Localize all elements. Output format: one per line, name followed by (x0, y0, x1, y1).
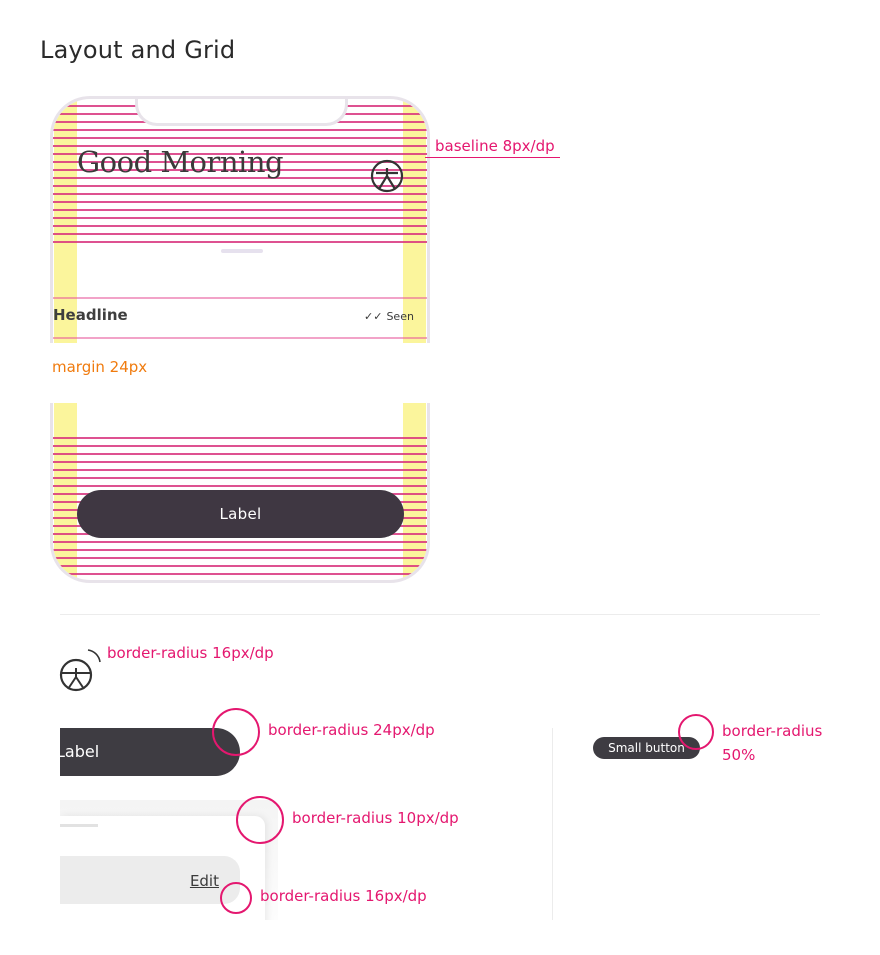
section-divider (60, 614, 820, 615)
field-radius-annotation: border-radius 16px/dp (260, 887, 427, 905)
baseline-grid-line (53, 193, 427, 195)
radius-indicator-small-button (678, 714, 714, 750)
primary-label-button[interactable]: Label (77, 490, 404, 538)
baseline-grid-line (53, 209, 427, 211)
baseline-grid-line (53, 573, 427, 575)
headline-text: Headline (53, 306, 128, 324)
column-divider (552, 728, 553, 920)
radius-indicator-field (220, 882, 252, 914)
radius-indicator-button (212, 708, 260, 756)
baseline-grid-line (53, 445, 427, 447)
baseline-grid-line (53, 137, 427, 139)
margin-guide-right (403, 403, 426, 580)
phone-mock-bottom: Label (50, 403, 430, 583)
baseline-grid-line (53, 453, 427, 455)
icon-radius-annotation: border-radius 16px/dp (107, 644, 274, 662)
baseline-annotation: baseline 8px/dp (435, 137, 555, 155)
baseline-grid-line (53, 557, 427, 559)
margin-guide-right (403, 99, 426, 343)
steering-wheel-icon (59, 649, 101, 692)
baseline-grid-line (53, 297, 427, 299)
page-title: Layout and Grid (40, 36, 236, 64)
seen-label: Seen (386, 310, 414, 323)
phone-notch (135, 99, 348, 126)
small-button-radius-annotation-line1: border-radius (722, 722, 823, 740)
baseline-grid-line (53, 437, 427, 439)
baseline-grid-line (53, 233, 427, 235)
small-button-radius-annotation-line2: 50% (722, 746, 756, 764)
baseline-grid-line (53, 337, 427, 339)
baseline-grid-line (53, 241, 427, 243)
baseline-grid-line (53, 201, 427, 203)
baseline-grid-line (53, 469, 427, 471)
baseline-grid-line (53, 217, 427, 219)
baseline-grid-line (53, 129, 427, 131)
radius-indicator-card (236, 796, 284, 844)
baseline-grid-line (53, 485, 427, 487)
baseline-annotation-line (425, 157, 560, 158)
baseline-grid-line (53, 549, 427, 551)
phone-mock-top: Good Morning Headline ✓✓ Seen (50, 96, 430, 343)
seen-status: ✓✓ Seen (364, 310, 414, 323)
margin-annotation: margin 24px (52, 358, 148, 376)
baseline-grid-line (53, 541, 427, 543)
profile-icon[interactable] (370, 159, 404, 193)
baseline-grid-line (53, 461, 427, 463)
card-radius-annotation: border-radius 10px/dp (292, 809, 459, 827)
double-check-icon: ✓✓ (364, 310, 383, 323)
card-input-field[interactable]: Edit (60, 856, 240, 904)
card-handle (60, 824, 98, 827)
baseline-grid-line (53, 565, 427, 567)
button-radius-annotation: border-radius 24px/dp (268, 721, 435, 739)
baseline-grid-line (53, 477, 427, 479)
dark-button-label: Label (56, 742, 100, 761)
baseline-grid-line (53, 225, 427, 227)
margin-guide-left (54, 403, 77, 580)
sheet-handle[interactable] (221, 249, 263, 253)
edit-link[interactable]: Edit (190, 872, 219, 890)
greeting-heading: Good Morning (77, 145, 284, 179)
